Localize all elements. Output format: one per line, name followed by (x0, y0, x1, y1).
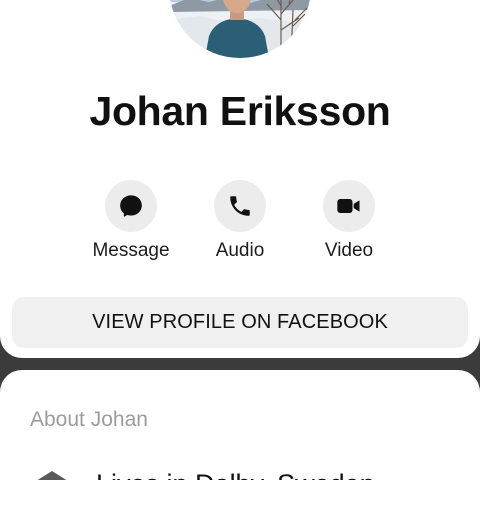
message-button[interactable] (105, 180, 157, 232)
view-profile-label: VIEW PROFILE ON FACEBOOK (92, 311, 388, 333)
view-profile-button[interactable]: VIEW PROFILE ON FACEBOOK (12, 297, 468, 348)
profile-name: Johan Eriksson (89, 88, 391, 134)
video-call-button[interactable] (323, 180, 375, 232)
audio-call-button[interactable] (214, 180, 266, 232)
message-label: Message (92, 240, 170, 261)
messenger-icon (120, 195, 142, 217)
video-label: Video (324, 240, 374, 261)
profile-photo-image (169, 0, 311, 58)
profile-photo[interactable] (169, 0, 311, 58)
phone-icon (230, 196, 250, 216)
audio-label: Audio (215, 240, 265, 261)
about-card (0, 370, 480, 510)
video-camera-icon (337, 199, 360, 213)
lives-in-row: Lives in Dalby, Sweden (0, 465, 480, 480)
lives-in-text: Lives in Dalby, Sweden (96, 469, 375, 480)
about-heading: About Johan (30, 408, 148, 431)
home-icon (37, 471, 67, 480)
